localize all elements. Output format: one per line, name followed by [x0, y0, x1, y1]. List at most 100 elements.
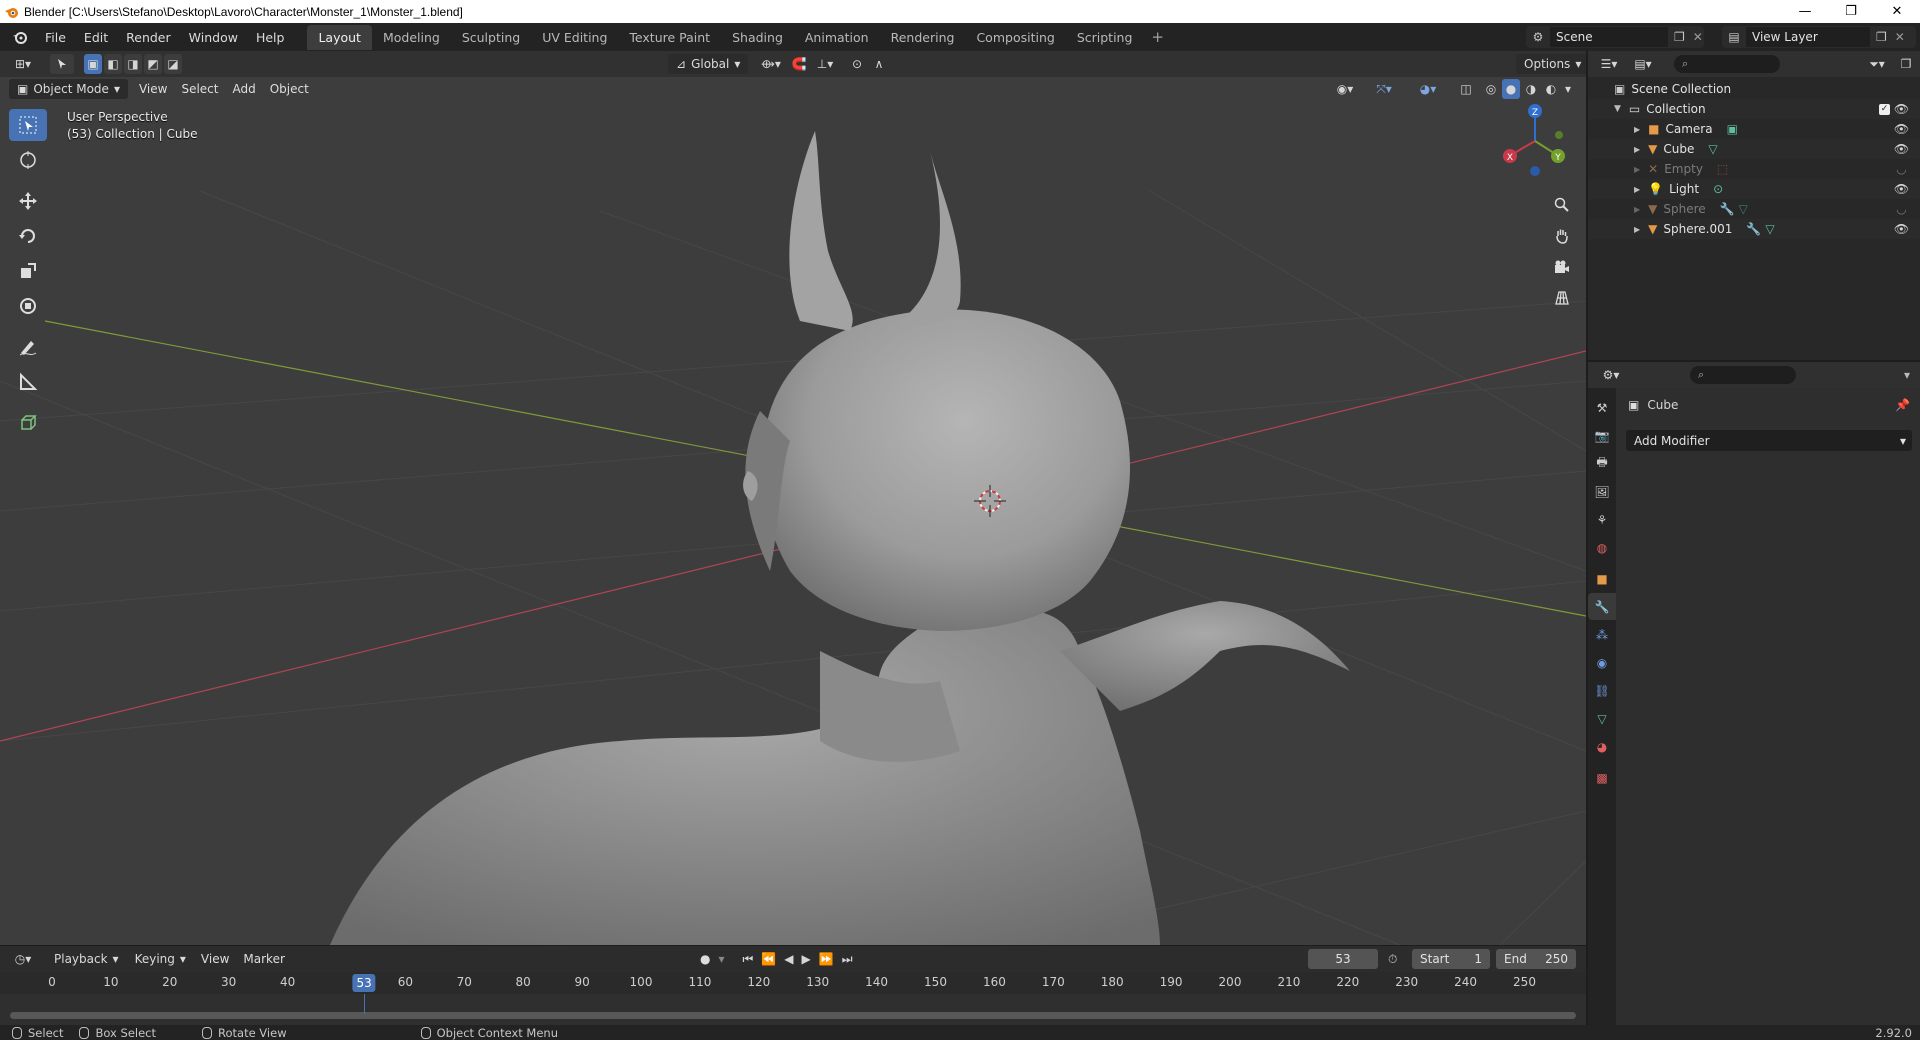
- jump-end-icon[interactable]: ⏭: [842, 952, 853, 967]
- close-button[interactable]: ✕: [1874, 0, 1920, 23]
- snap-target-icon[interactable]: ⊥▾: [810, 54, 840, 74]
- rendered-shading-icon[interactable]: ◐: [1542, 79, 1560, 99]
- tab-scripting[interactable]: Scripting: [1066, 25, 1144, 50]
- view-layer-tab-icon[interactable]: 🖼: [1588, 478, 1616, 505]
- outliner-search-input[interactable]: ⌕: [1674, 55, 1780, 73]
- menu-window[interactable]: Window: [180, 27, 247, 48]
- blender-menu-icon[interactable]: [10, 27, 30, 47]
- current-frame-field[interactable]: 53: [1308, 949, 1378, 969]
- timeline-ruler[interactable]: 0 10 20 30 40 60 70 80 90 100 110 120 130 140 150 160 17…: [0, 972, 1586, 994]
- object-mode-dropdown[interactable]: ▣ Object Mode ▾: [9, 79, 128, 99]
- new-collection-icon[interactable]: ❐: [1896, 54, 1916, 74]
- filter-icon[interactable]: ⏷▾: [1862, 54, 1892, 74]
- material-tab-icon[interactable]: ◕: [1588, 733, 1616, 760]
- particles-tab-icon[interactable]: ⁂: [1588, 621, 1616, 648]
- expand-chevron-icon[interactable]: ▼: [1614, 104, 1621, 114]
- cursor-tool-icon[interactable]: [9, 144, 47, 176]
- expand-chevron-icon[interactable]: ▶: [1634, 165, 1640, 174]
- wireframe-shading-icon[interactable]: ◎: [1482, 79, 1500, 99]
- object-tab-icon[interactable]: ■: [1588, 565, 1616, 592]
- expand-chevron-icon[interactable]: ▶: [1634, 125, 1640, 134]
- select-mode-invert-icon[interactable]: ◩: [144, 54, 162, 74]
- new-view-layer-icon[interactable]: ❐: [1876, 30, 1887, 44]
- tab-shading[interactable]: Shading: [721, 25, 794, 50]
- tab-layout[interactable]: Layout: [307, 24, 372, 50]
- timeline-view-menu[interactable]: View: [194, 952, 236, 966]
- falloff-icon[interactable]: ∧: [870, 54, 888, 74]
- proportional-edit-icon[interactable]: ⊙: [848, 54, 866, 74]
- modifier-tab-icon[interactable]: 🔧: [1588, 593, 1616, 620]
- keying-menu[interactable]: Keying ▾: [127, 949, 194, 969]
- menu-render[interactable]: Render: [117, 27, 180, 48]
- tab-modeling[interactable]: Modeling: [372, 25, 451, 50]
- select-mode-subtract-icon[interactable]: ◨: [124, 54, 142, 74]
- timeline-scrollbar[interactable]: [10, 1012, 1576, 1019]
- outliner-scene-collection[interactable]: ▣ Scene Collection: [1588, 79, 1920, 99]
- constraints-tab-icon[interactable]: ⛓: [1588, 677, 1616, 704]
- add-cube-tool-icon[interactable]: [9, 407, 47, 439]
- snap-toggle-icon[interactable]: 🧲: [790, 54, 808, 74]
- view-layer-name-field[interactable]: View Layer: [1746, 27, 1870, 47]
- view-layer-selector[interactable]: ▤ View Layer ❐ ✕: [1722, 26, 1916, 48]
- expand-chevron-icon[interactable]: ▶: [1634, 205, 1640, 214]
- play-icon[interactable]: ▶: [802, 952, 811, 966]
- scene-tab-icon[interactable]: ⚘: [1588, 506, 1616, 533]
- play-reverse-icon[interactable]: ◀: [784, 952, 793, 966]
- zoom-icon[interactable]: [1548, 191, 1576, 219]
- render-tab-icon[interactable]: 📷: [1588, 422, 1616, 449]
- eye-icon[interactable]: 👁: [1894, 182, 1909, 196]
- editor-type-icon[interactable]: ⊞▾: [6, 54, 40, 74]
- eye-icon[interactable]: 👁: [1894, 122, 1909, 136]
- pin-icon[interactable]: 📌: [1895, 398, 1910, 412]
- physics-tab-icon[interactable]: ◉: [1588, 649, 1616, 676]
- pivot-point-icon[interactable]: ⟴▾: [756, 54, 786, 74]
- properties-editor-type-icon[interactable]: ⚙▾: [1596, 365, 1626, 385]
- outliner-editor-type-icon[interactable]: ☰▾: [1594, 54, 1624, 74]
- add-modifier-dropdown[interactable]: Add Modifier ▾: [1626, 430, 1912, 451]
- tab-rendering[interactable]: Rendering: [880, 25, 966, 50]
- outliner-item-empty[interactable]: ▶ ✕ Empty ⬚ ◡: [1588, 159, 1920, 179]
- record-options-chevron-icon[interactable]: ▾: [718, 952, 724, 966]
- world-tab-icon[interactable]: ◍: [1588, 534, 1616, 561]
- add-workspace-button[interactable]: +: [1143, 25, 1172, 49]
- tab-uv-editing[interactable]: UV Editing: [531, 25, 618, 50]
- menu-view[interactable]: View: [132, 82, 174, 96]
- menu-edit[interactable]: Edit: [75, 27, 117, 48]
- outliner-item-sphere-001[interactable]: ▶ ▼ Sphere.001 🔧 ▽ 👁: [1588, 219, 1920, 239]
- transform-tool-icon[interactable]: [9, 290, 47, 322]
- properties-search-input[interactable]: ⌕: [1690, 366, 1796, 384]
- outliner-item-sphere[interactable]: ▶ ▼ Sphere 🔧 ▽ ◡: [1588, 199, 1920, 219]
- annotate-tool-icon[interactable]: [9, 331, 47, 363]
- menu-select[interactable]: Select: [174, 82, 225, 96]
- pan-hand-icon[interactable]: [1548, 222, 1576, 250]
- tab-compositing[interactable]: Compositing: [965, 25, 1065, 50]
- select-tool-icon[interactable]: [50, 54, 74, 74]
- tab-sculpting[interactable]: Sculpting: [451, 25, 531, 50]
- menu-file[interactable]: File: [36, 27, 75, 48]
- rotate-tool-icon[interactable]: [9, 220, 47, 252]
- eye-icon[interactable]: 👁: [1894, 222, 1909, 236]
- select-mode-intersect-icon[interactable]: ◪: [164, 54, 182, 74]
- jump-start-icon[interactable]: ⏮: [743, 952, 754, 967]
- eye-icon[interactable]: 👁: [1894, 102, 1909, 116]
- select-mode-extend-icon[interactable]: ◧: [104, 54, 122, 74]
- eye-icon[interactable]: 👁: [1894, 142, 1909, 156]
- texture-tab-icon[interactable]: ▩: [1588, 764, 1616, 791]
- tab-animation[interactable]: Animation: [794, 25, 880, 50]
- eye-closed-icon[interactable]: ◡: [1895, 202, 1908, 216]
- expand-chevron-icon[interactable]: ▶: [1634, 225, 1640, 234]
- playhead-frame-label[interactable]: 53: [352, 974, 376, 992]
- delete-view-layer-icon[interactable]: ✕: [1895, 30, 1905, 44]
- expand-chevron-icon[interactable]: ▶: [1634, 185, 1640, 194]
- delete-scene-icon[interactable]: ✕: [1693, 30, 1703, 44]
- options-dropdown[interactable]: Options ▾: [1516, 54, 1586, 74]
- outliner-item-light[interactable]: ▶ 💡 Light ⊙ 👁: [1588, 179, 1920, 199]
- material-shading-icon[interactable]: ◑: [1522, 79, 1540, 99]
- camera-view-icon[interactable]: [1548, 253, 1576, 281]
- scale-tool-icon[interactable]: [9, 255, 47, 287]
- prev-keyframe-icon[interactable]: ⏪: [761, 952, 776, 966]
- timeline-track-area[interactable]: [0, 994, 1586, 1025]
- outliner-item-cube[interactable]: ▶ ▼ Cube ▽ 👁: [1588, 139, 1920, 159]
- menu-help[interactable]: Help: [247, 27, 294, 48]
- select-box-tool-icon[interactable]: [9, 109, 47, 141]
